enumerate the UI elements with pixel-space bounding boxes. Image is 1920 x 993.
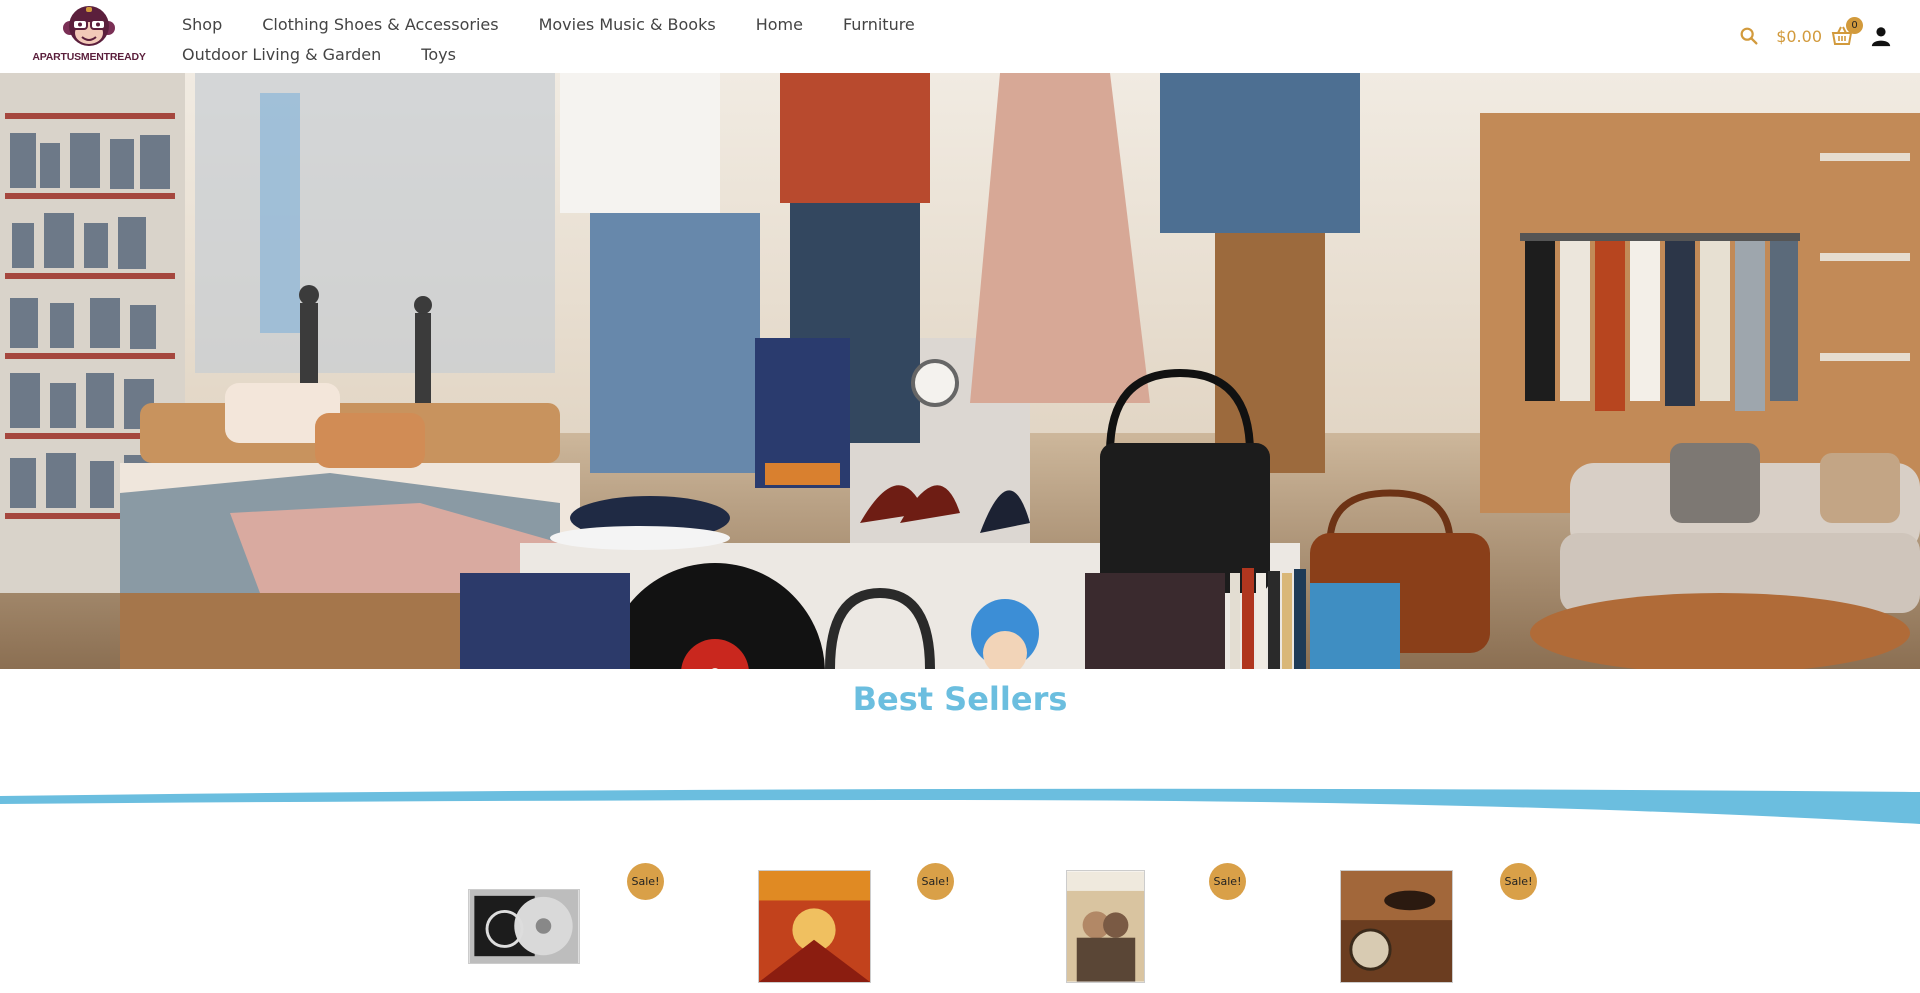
nav-item-shop[interactable]: Shop — [182, 15, 222, 34]
nav-item-outdoor-living-garden[interactable]: Outdoor Living & Garden — [182, 45, 381, 64]
nav-item-home[interactable]: Home — [756, 15, 803, 34]
sale-badge: Sale! — [1209, 863, 1246, 900]
sale-badge: Sale! — [1500, 863, 1537, 900]
product-image[interactable] — [1340, 870, 1453, 983]
sale-badge: Sale! — [627, 863, 664, 900]
nav-item-clothing[interactable]: Clothing Shoes & Accessories — [262, 15, 498, 34]
search-icon[interactable] — [1738, 25, 1760, 47]
hero-store-image — [0, 73, 1920, 669]
product-card[interactable]: Sale! — [758, 860, 954, 993]
section-wave-divider — [0, 788, 1920, 824]
product-card[interactable]: Sale! — [1340, 860, 1537, 993]
nav-item-furniture[interactable]: Furniture — [843, 15, 915, 34]
cart-button[interactable]: 0 — [1830, 17, 1863, 48]
nav-row-2: Outdoor Living & Garden Toys — [182, 39, 942, 69]
user-icon[interactable] — [1870, 25, 1892, 47]
site-logo[interactable]: APARTUSMENTREADY — [32, 4, 146, 66]
logo-text: APARTUSMENTREADY — [32, 51, 146, 63]
product-card[interactable]: Sale! — [468, 860, 664, 993]
best-sellers-title: Best Sellers — [852, 680, 1068, 718]
hero-banner — [0, 73, 1920, 669]
nav-item-toys[interactable]: Toys — [421, 45, 456, 64]
main-navigation: Shop Clothing Shoes & Accessories Movies… — [182, 9, 942, 69]
monkey-logo-icon — [63, 6, 115, 46]
nav-row-1: Shop Clothing Shoes & Accessories Movies… — [182, 9, 942, 39]
product-image[interactable] — [1066, 870, 1145, 983]
product-image[interactable] — [468, 889, 580, 964]
product-card[interactable]: Sale! — [1066, 860, 1246, 993]
cart-count-badge: 0 — [1846, 17, 1863, 34]
site-header: APARTUSMENTREADY Shop Clothing Shoes & A… — [0, 0, 1920, 73]
cart-total[interactable]: $0.00 — [1776, 27, 1822, 46]
product-image[interactable] — [758, 870, 871, 983]
sale-badge: Sale! — [917, 863, 954, 900]
header-actions: $0.00 0 — [1738, 17, 1892, 52]
nav-item-movies-music-books[interactable]: Movies Music & Books — [539, 15, 716, 34]
best-sellers-products: Sale! Sale! Sale! Sale! — [0, 860, 1920, 993]
